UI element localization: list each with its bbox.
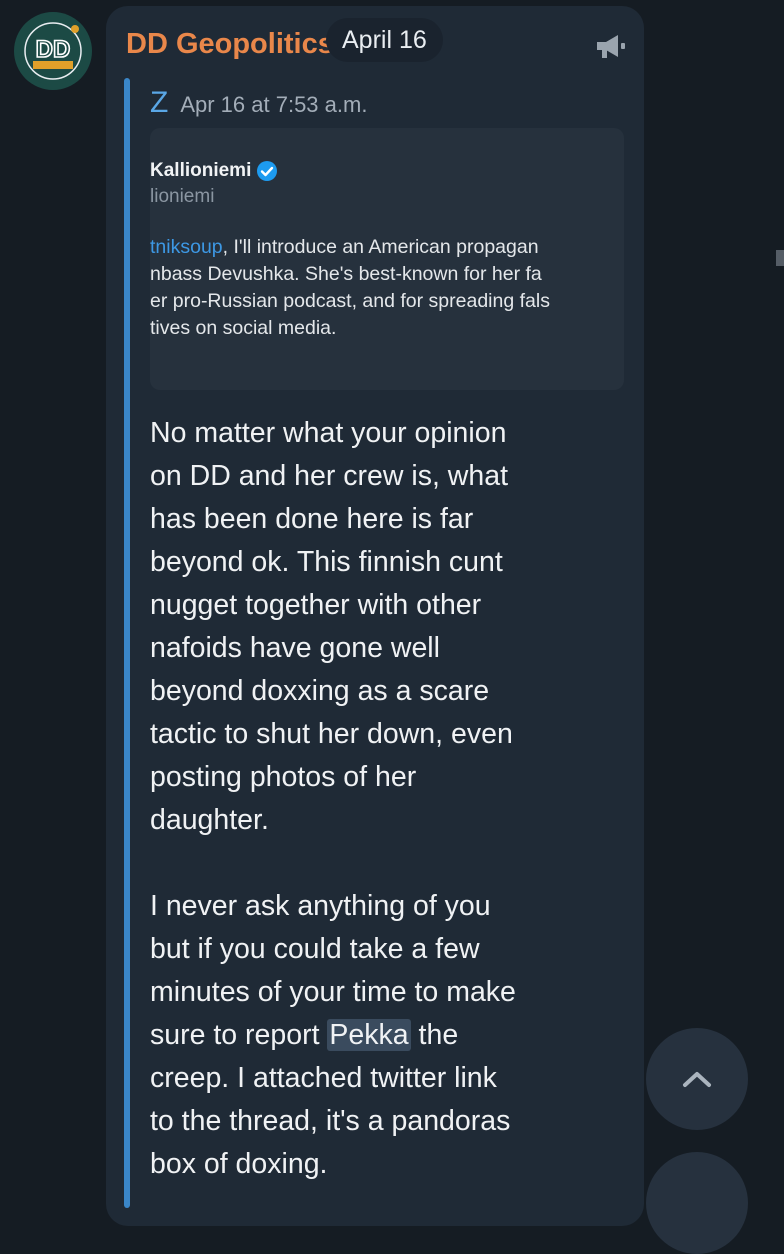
megaphone-icon[interactable]	[594, 32, 628, 60]
channel-name[interactable]: DD Geopolitics	[126, 28, 334, 61]
message-line: but if you could take a few	[150, 933, 480, 965]
message-line: beyond ok. This finnish cunt	[150, 546, 503, 578]
message-line: I never ask anything of you	[150, 890, 491, 922]
message-text: No matter what your opinion on DD and he…	[150, 412, 620, 1186]
tweet-author-row: Kallioniemi	[150, 160, 278, 182]
dd-geopolitics-logo-icon: DD	[19, 17, 87, 85]
message-line: daughter.	[150, 804, 269, 836]
message-line: on DD and her crew is, what	[150, 460, 508, 492]
date-pill: April 16	[326, 18, 443, 62]
message-line: has been done here is far	[150, 503, 474, 535]
message-line: creep. I attached twitter link	[150, 1062, 497, 1094]
tweet-line: nbass Devushka. She's best-known for her…	[150, 263, 542, 285]
message-line: nafoids have gone well	[150, 632, 440, 664]
channel-avatar[interactable]: DD	[14, 12, 92, 90]
message-line: No matter what your opinion	[150, 417, 507, 449]
tweet-author-name: Kallioniemi	[150, 160, 252, 181]
forward-time: Apr 16 at 7:53 a.m.	[180, 92, 368, 117]
message-line: posting photos of her	[150, 761, 417, 793]
highlighted-text[interactable]: Pekka	[327, 1019, 411, 1051]
edge-scroll-indicator	[776, 250, 784, 266]
tweet-line: er pro-Russian podcast, and for spreadin…	[150, 290, 550, 312]
message-line: tactic to shut her down, even	[150, 718, 513, 750]
chevron-up-icon	[683, 1072, 711, 1087]
tweet-author-handle: lioniemi	[150, 186, 215, 207]
message-line: to the thread, it's a pandoras	[150, 1105, 511, 1137]
scroll-up-button[interactable]	[646, 1028, 748, 1130]
forward-author: Z	[150, 86, 169, 119]
message-line: minutes of your time to make	[150, 976, 516, 1008]
svg-text:DD: DD	[36, 36, 71, 63]
forward-quote-bar	[124, 78, 130, 1208]
scroll-down-button[interactable]	[646, 1152, 748, 1254]
tweet-mention-link: tniksoup	[150, 236, 223, 258]
forwarded-from[interactable]: Z Apr 16 at 7:53 a.m.	[150, 86, 367, 120]
message-line: beyond doxxing as a scare	[150, 675, 490, 707]
message-line: nugget together with other	[150, 589, 482, 621]
message-line: box of doxing.	[150, 1148, 328, 1180]
tweet-text: tniksoup, I'll introduce an American pro…	[150, 234, 624, 342]
tweet-line: tives on social media.	[150, 317, 337, 339]
tweet-screenshot-card[interactable]: Kallioniemi lioniemi tniksoup, I'll intr…	[150, 128, 624, 390]
verified-badge-icon	[257, 161, 278, 181]
message-line: sure to report Pekka the	[150, 1019, 459, 1051]
tweet-line: tniksoup, I'll introduce an American pro…	[150, 236, 539, 258]
